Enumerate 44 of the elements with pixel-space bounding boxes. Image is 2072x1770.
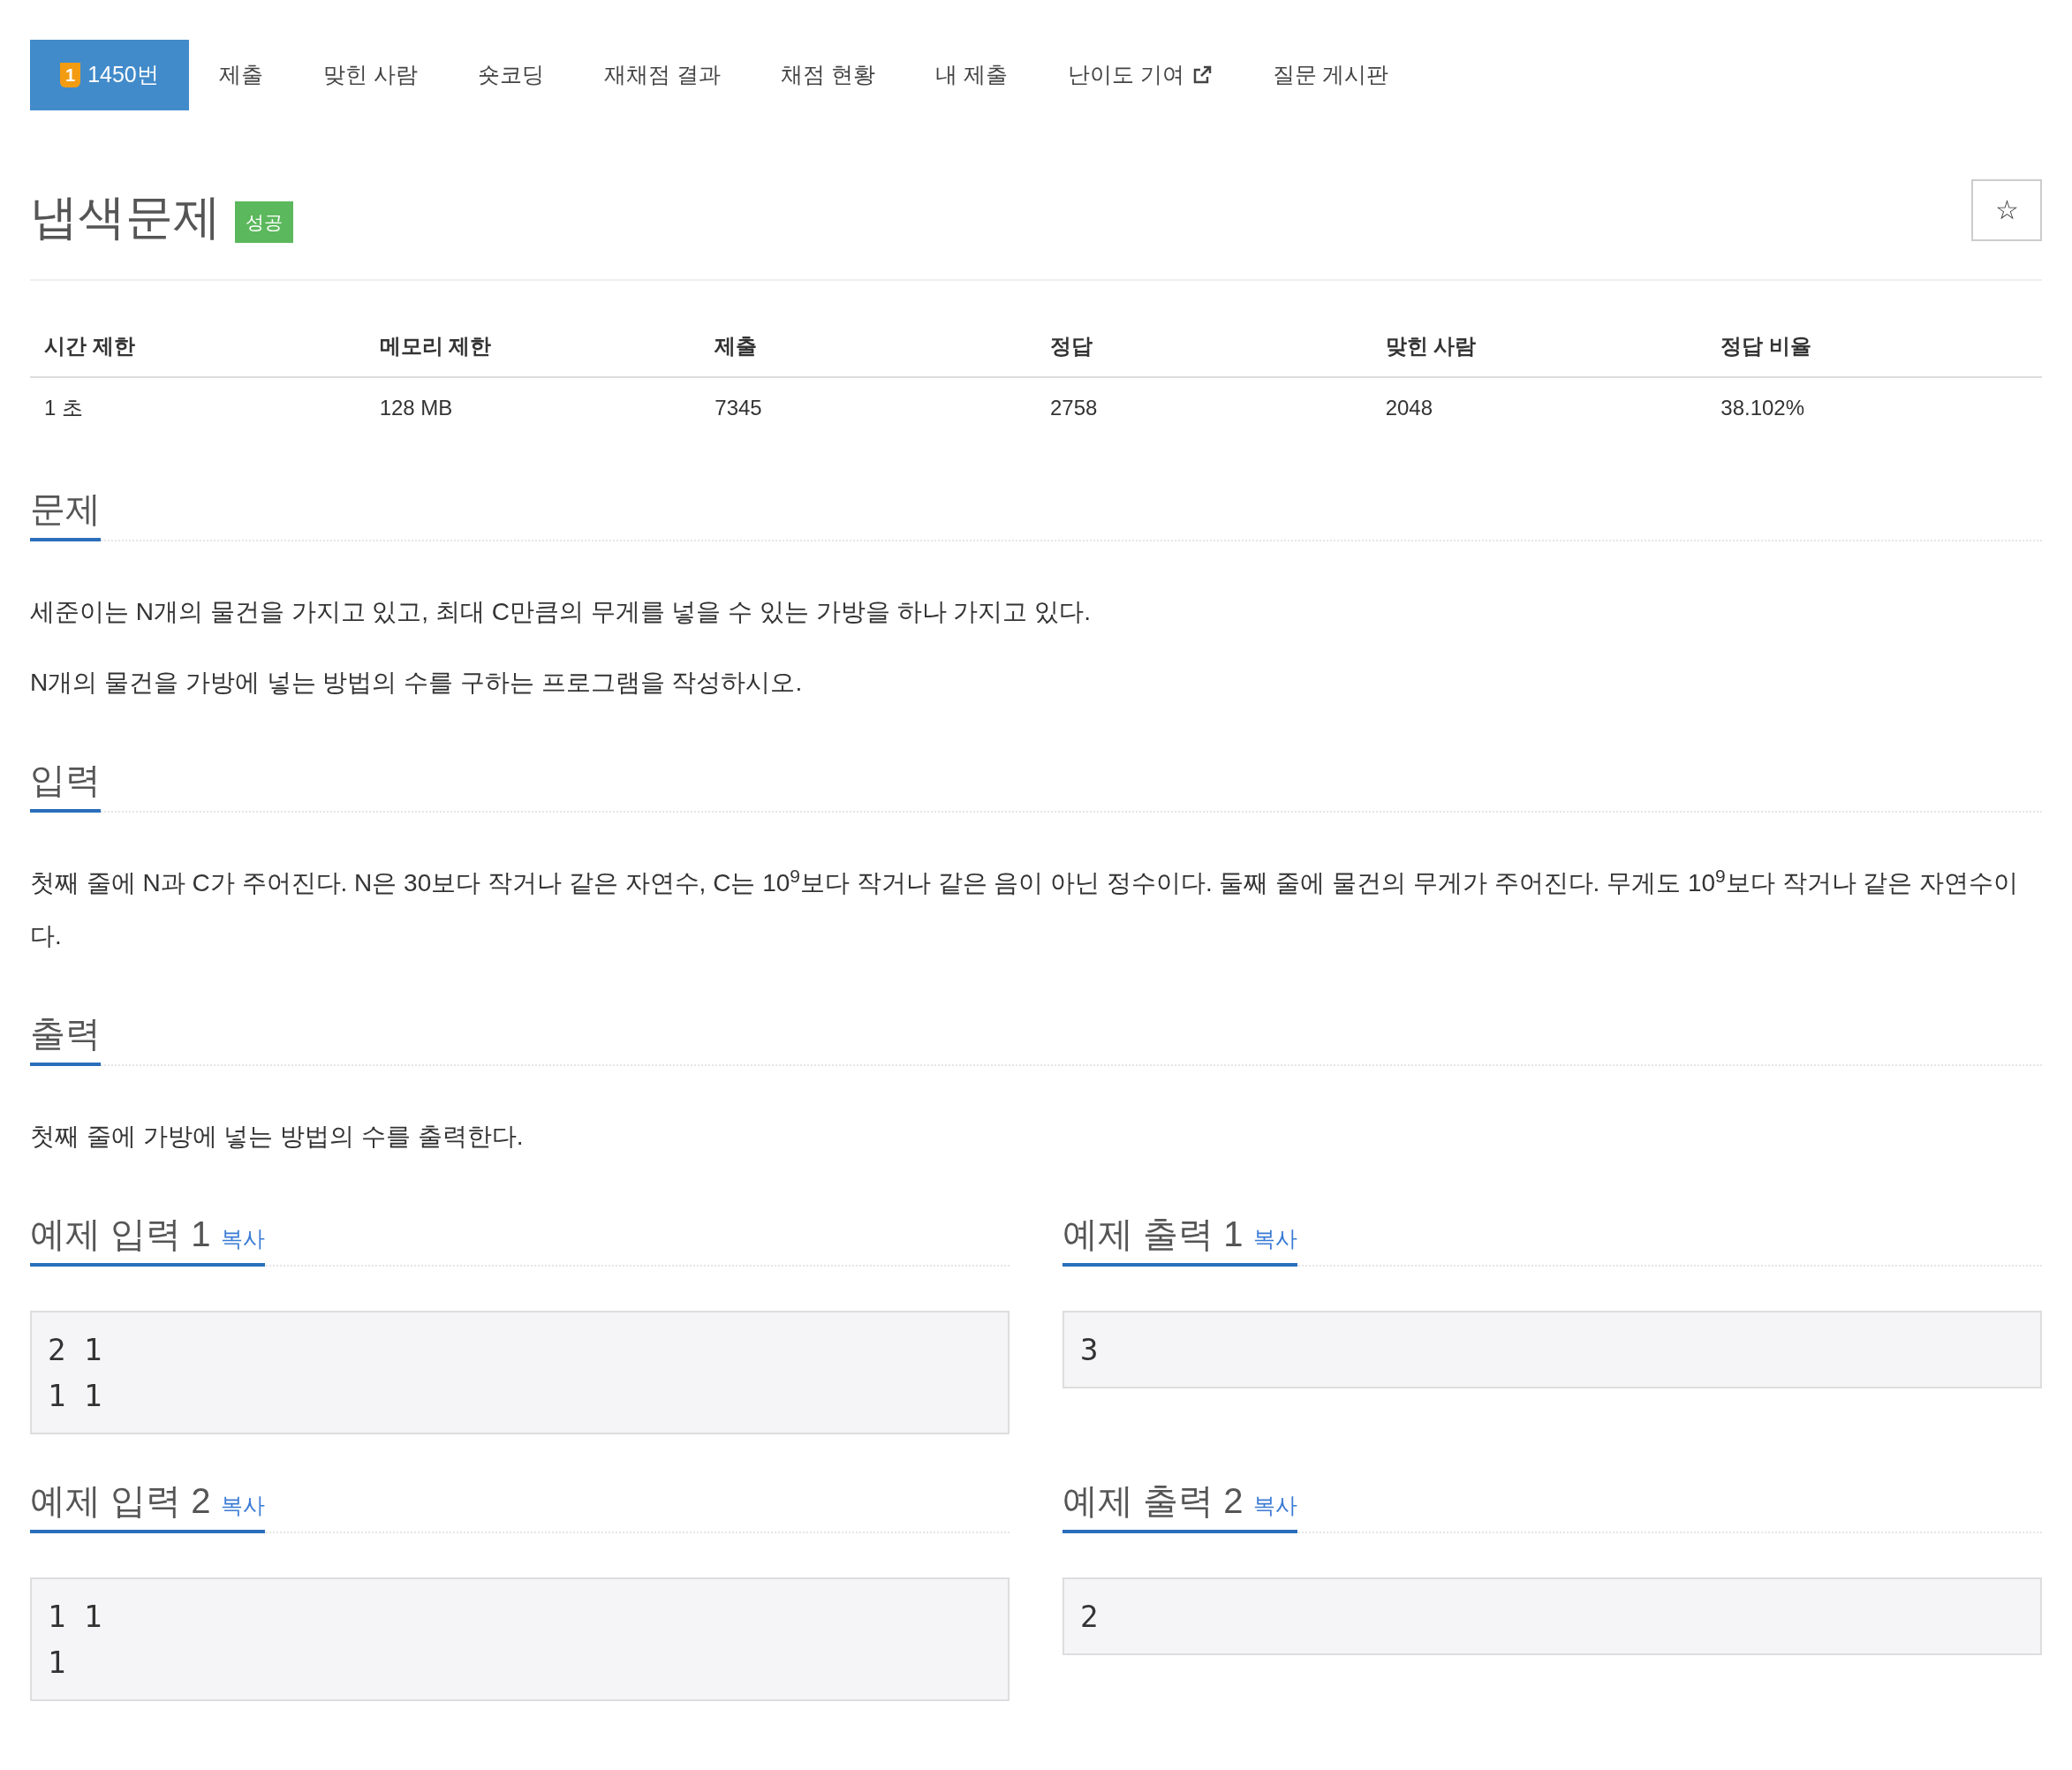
section-heading: 입력 <box>30 760 101 801</box>
column-header: 제출 <box>714 333 759 359</box>
copy-link[interactable]: 복사 <box>1253 1489 1298 1523</box>
tier-badge: 1 <box>60 63 81 87</box>
column-header: 시간 제한 <box>43 333 136 359</box>
section-heading: 예제 출력 2 <box>1062 1480 1244 1522</box>
section-heading: 문제 <box>30 488 101 530</box>
paragraph: N개의 물건을 가방에 넣는 방법의 수를 구하는 프로그램을 작성하시오. <box>30 668 804 698</box>
table-cell-text: 38.102% <box>1720 395 1806 421</box>
nav-tab[interactable]: 맞힌 사람 <box>292 40 448 110</box>
copy-link[interactable]: 복사 <box>1253 1222 1298 1256</box>
nav-tab[interactable]: 1 1450번 <box>30 40 189 110</box>
section-heading: 출력 <box>30 1013 101 1055</box>
copy-link[interactable]: 복사 <box>221 1222 266 1256</box>
nav-tab[interactable]: 난이도 기여 <box>1037 40 1243 110</box>
nav-tab[interactable]: 채점 현황 <box>750 40 905 110</box>
column-header: 정답 <box>1048 333 1093 359</box>
paragraph: 첫째 줄에 N과 C가 주어진다. N은 30보다 작거나 같은 자연수, C는 10$^{9}$보다 작거나 같은 음이 아닌 정수이다. 둘째 줄에 물건의 무게가 주어진다. 무게도 10$^{9}$보다 작거나 같은 자연수이다. <box>30 864 2020 951</box>
section-heading: 예제 입력 2 <box>30 1480 211 1522</box>
sample-code-block: 1 1 1 <box>30 1577 1010 1701</box>
status-label: 성공 <box>235 200 293 244</box>
column-header: 정답 비율 <box>1720 333 1812 359</box>
paragraph: 첫째 줄에 가방에 넣는 방법의 수를 출력한다. <box>30 1122 525 1152</box>
section-heading: 예제 입력 1 <box>30 1214 211 1255</box>
column-header: 메모리 제한 <box>378 333 493 359</box>
table-cell-text: 7345 <box>714 395 763 421</box>
nav-tab[interactable]: 제출 <box>188 40 293 110</box>
sample-code-block: 2 <box>1062 1577 2042 1655</box>
copy-link[interactable]: 복사 <box>221 1489 266 1523</box>
nav-tab[interactable]: 질문 게시판 <box>1242 40 1419 110</box>
paragraph: 세준이는 N개의 물건을 가지고 있고, 최대 C만큼의 무게를 넣을 수 있는 가방을 하나 가지고 있다. <box>30 597 1092 627</box>
table-cell-text: 2758 <box>1048 395 1099 421</box>
table-cell-text: 128 MB <box>378 395 454 421</box>
section-heading: 예제 출력 1 <box>1062 1214 1244 1255</box>
problem-title: 냅색문제 <box>30 189 221 245</box>
nav-tab[interactable]: 숏코딩 <box>447 40 574 110</box>
table-cell-text: 1 초 <box>43 395 84 421</box>
nav-tab[interactable]: 재채점 결과 <box>573 40 751 110</box>
table-cell-text: 2048 <box>1384 395 1433 421</box>
column-header: 맞힌 사람 <box>1384 333 1478 359</box>
star-button[interactable]: ☆ <box>1971 178 2042 241</box>
nav-tab[interactable]: 내 제출 <box>904 40 1038 110</box>
sample-code-block: 3 <box>1062 1311 2042 1388</box>
sample-code-block: 2 1 1 1 <box>30 1311 1010 1434</box>
